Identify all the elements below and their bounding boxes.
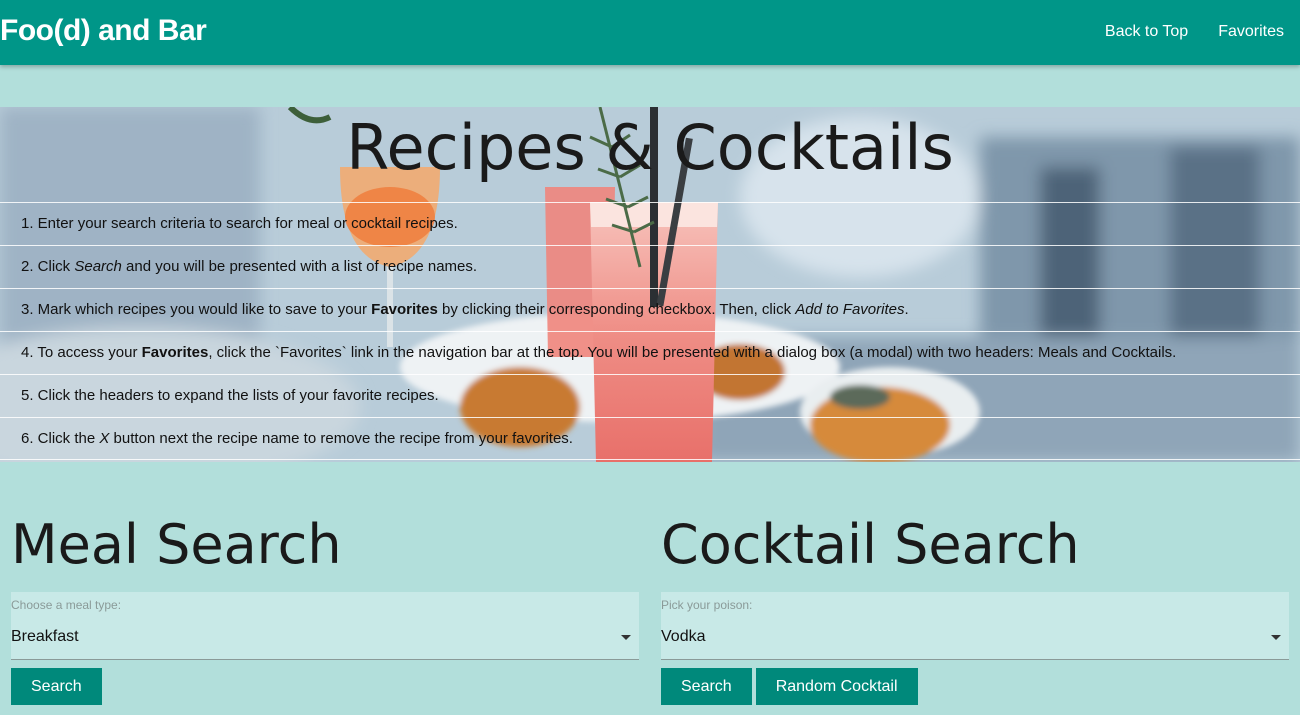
instruction-step: 6. Click the X button next the recipe na… (0, 417, 1300, 460)
instruction-text: . (904, 301, 909, 318)
cocktail-button-row: Search Random Cocktail (661, 668, 1289, 705)
instruction-text: 2. Click (21, 258, 75, 275)
instruction-step: 2. Click Search and you will be presente… (0, 245, 1300, 288)
cocktail-type-value: Vodka (661, 628, 706, 645)
navbar: Foo(d) and Bar Back to Top Favorites (0, 0, 1300, 65)
instruction-text: 3. Mark which recipes you would like to … (21, 301, 372, 318)
page-title: Recipes & Cocktails (346, 111, 954, 184)
nav-link-favorites[interactable]: Favorites (1218, 23, 1284, 41)
cocktail-search-section: Cocktail Search Pick your poison: Vodka … (661, 510, 1289, 705)
instruction-text: by clicking their corresponding checkbox… (437, 301, 796, 318)
instruction-text: 4. To access your (21, 344, 142, 361)
hero-banner: Recipes & Cocktails 1. Enter your search… (0, 107, 1300, 462)
instruction-text: Favorites (371, 301, 438, 318)
instruction-text: X (99, 430, 110, 447)
random-cocktail-button[interactable]: Random Cocktail (755, 668, 918, 705)
instruction-text: button next the recipe name to remove th… (109, 430, 573, 447)
instruction-text: , click the `Favorites` link in the navi… (208, 344, 1177, 361)
instruction-step: 1. Enter your search criteria to search … (0, 202, 1300, 245)
nav-link-back-to-top[interactable]: Back to Top (1105, 23, 1188, 41)
caret-down-icon (1271, 635, 1281, 640)
meal-type-label: Choose a meal type: (11, 598, 122, 612)
cocktail-search-title: Cocktail Search (661, 513, 1080, 576)
meal-search-title: Meal Search (11, 513, 342, 576)
caret-down-icon (621, 635, 631, 640)
cocktail-search-button[interactable]: Search (661, 668, 752, 705)
nav-links: Back to Top Favorites (1105, 23, 1284, 41)
meal-type-value: Breakfast (11, 628, 79, 645)
instruction-text: 1. Enter your search criteria to search … (21, 215, 458, 232)
instruction-text: Add to Favorites (795, 301, 905, 318)
instruction-text: 6. Click the (21, 430, 100, 447)
meal-search-section: Meal Search Choose a meal type: Breakfas… (11, 510, 639, 705)
instructions-list: 1. Enter your search criteria to search … (0, 202, 1300, 460)
meal-button-row: Search (11, 668, 639, 705)
instruction-text: Search (74, 258, 122, 275)
brand-logo[interactable]: Foo(d) and Bar (0, 14, 207, 48)
instruction-step: 4. To access your Favorites, click the `… (0, 331, 1300, 374)
cocktail-type-select[interactable]: Pick your poison: Vodka (661, 592, 1289, 660)
instruction-step: 3. Mark which recipes you would like to … (0, 288, 1300, 331)
instruction-text: and you will be presented with a list of… (121, 258, 478, 275)
meal-search-button[interactable]: Search (11, 668, 102, 705)
instruction-text: 5. Click the headers to expand the lists… (21, 387, 439, 404)
instruction-step: 5. Click the headers to expand the lists… (0, 374, 1300, 417)
meal-type-select[interactable]: Choose a meal type: Breakfast (11, 592, 639, 660)
instruction-text: Favorites (141, 344, 209, 361)
cocktail-type-label: Pick your poison: (661, 598, 753, 612)
